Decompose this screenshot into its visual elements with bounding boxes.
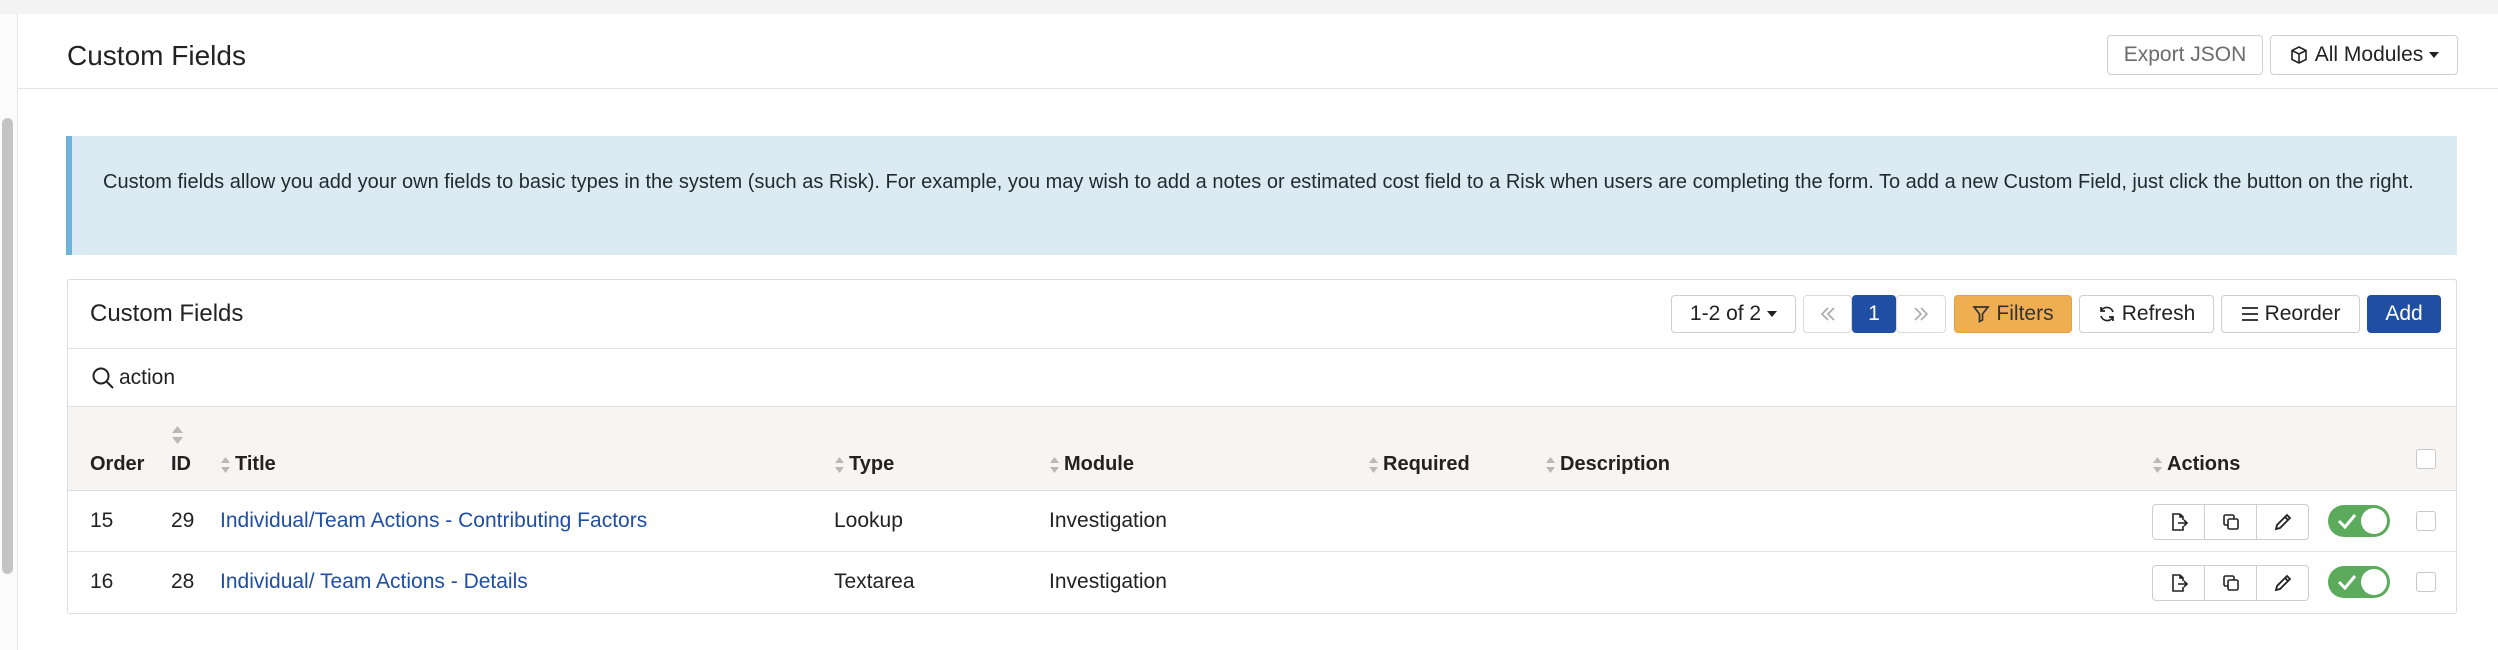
last-page-button[interactable] [1896, 295, 1946, 333]
column-module[interactable]: Module [1049, 453, 1134, 476]
double-chevron-left-icon [1820, 307, 1835, 321]
check-icon [2337, 575, 2357, 591]
row-checkbox[interactable] [2416, 511, 2436, 531]
sort-icon [221, 456, 230, 473]
column-required[interactable]: Required [1368, 453, 1470, 476]
caret-down-icon [2429, 52, 2440, 58]
filter-icon [1972, 306, 1991, 323]
copy-icon [2222, 575, 2239, 591]
top-strip [0, 0, 2498, 14]
all-modules-label: All Modules [2314, 43, 2424, 66]
select-all-checkbox[interactable] [2416, 449, 2436, 469]
list-icon [2241, 307, 2258, 321]
page-1-button[interactable]: 1 [1852, 295, 1896, 333]
row-checkbox[interactable] [2416, 572, 2436, 592]
duplicate-field-button[interactable] [2204, 565, 2257, 601]
column-order[interactable]: Order [90, 453, 144, 476]
info-text: Custom fields allow you add your own fie… [103, 171, 2414, 193]
export-field-button[interactable] [2152, 504, 2205, 540]
column-description[interactable]: Description [1545, 453, 1670, 476]
pencil-icon [2274, 574, 2291, 592]
table-row: 16 28 Individual/ Team Actions - Details… [68, 552, 2456, 613]
cell-type: Textarea [834, 570, 915, 593]
row-actions [2152, 504, 2311, 540]
page-header: Custom Fields Export JSON All Modules [18, 14, 2498, 89]
refresh-icon [2099, 306, 2114, 322]
cell-order: 15 [90, 509, 114, 532]
info-alert: Custom fields allow you add your own fie… [66, 136, 2457, 255]
edit-field-button[interactable] [2256, 504, 2309, 540]
cell-type: Lookup [834, 509, 903, 532]
cell-module: Investigation [1049, 570, 1167, 593]
filters-button[interactable]: Filters [1954, 295, 2072, 333]
cube-icon [2290, 46, 2307, 64]
cell-order: 16 [90, 570, 114, 593]
toggle-knob [2361, 508, 2387, 534]
export-field-button[interactable] [2152, 565, 2205, 601]
sort-icon [835, 456, 844, 473]
cell-id: 29 [171, 509, 195, 532]
enabled-toggle[interactable] [2328, 566, 2390, 598]
refresh-button[interactable]: Refresh [2079, 295, 2214, 333]
search-row [68, 349, 2456, 407]
caret-down-icon [1767, 311, 1778, 317]
cell-title-link[interactable]: Individual/Team Actions - Contributing F… [220, 509, 647, 533]
export-json-button[interactable]: Export JSON [2107, 35, 2263, 75]
sort-icon [1050, 456, 1059, 473]
panel-header: Custom Fields 1-2 of 2 1 Filters Refresh… [68, 280, 2456, 349]
column-type[interactable]: Type [834, 453, 894, 476]
cell-module: Investigation [1049, 509, 1167, 532]
refresh-label: Refresh [2121, 302, 2196, 325]
cell-title-link[interactable]: Individual/ Team Actions - Details [220, 570, 528, 594]
pager-count-label: 1-2 of 2 [1689, 302, 1762, 325]
sort-icon[interactable] [171, 425, 184, 445]
reorder-label: Reorder [2264, 302, 2341, 325]
check-icon [2337, 514, 2357, 530]
double-chevron-right-icon [1914, 307, 1929, 321]
search-icon [92, 367, 114, 389]
page-title: Custom Fields [67, 40, 246, 71]
sort-icon [1546, 456, 1555, 473]
pencil-icon [2274, 513, 2291, 531]
filters-label: Filters [1996, 302, 2054, 325]
add-button[interactable]: Add [2367, 295, 2441, 333]
reorder-button[interactable]: Reorder [2221, 295, 2360, 333]
toggle-knob [2361, 569, 2387, 595]
custom-fields-panel: Custom Fields 1-2 of 2 1 Filters Refresh… [67, 279, 2457, 614]
row-actions [2152, 565, 2311, 601]
table-row: 15 29 Individual/Team Actions - Contribu… [68, 491, 2456, 552]
scrollbar-thumb[interactable] [2, 118, 13, 574]
left-scrollbar-track[interactable] [0, 14, 18, 650]
copy-icon [2222, 514, 2239, 530]
column-title[interactable]: Title [220, 453, 276, 476]
sort-icon [2153, 456, 2162, 473]
pager-count-dropdown[interactable]: 1-2 of 2 [1671, 295, 1796, 333]
first-page-button[interactable] [1803, 295, 1852, 333]
sort-icon [1369, 456, 1378, 473]
all-modules-dropdown[interactable]: All Modules [2270, 35, 2458, 75]
column-id[interactable]: ID [171, 453, 191, 476]
file-export-icon [2171, 574, 2188, 592]
edit-field-button[interactable] [2256, 565, 2309, 601]
duplicate-field-button[interactable] [2204, 504, 2257, 540]
enabled-toggle[interactable] [2328, 505, 2390, 537]
column-actions[interactable]: Actions [2152, 453, 2240, 476]
search-input[interactable] [119, 359, 919, 397]
cell-id: 28 [171, 570, 195, 593]
panel-title: Custom Fields [90, 300, 244, 327]
file-export-icon [2171, 513, 2188, 531]
table-header: Order ID Title Type Module Required Desc… [68, 407, 2456, 491]
